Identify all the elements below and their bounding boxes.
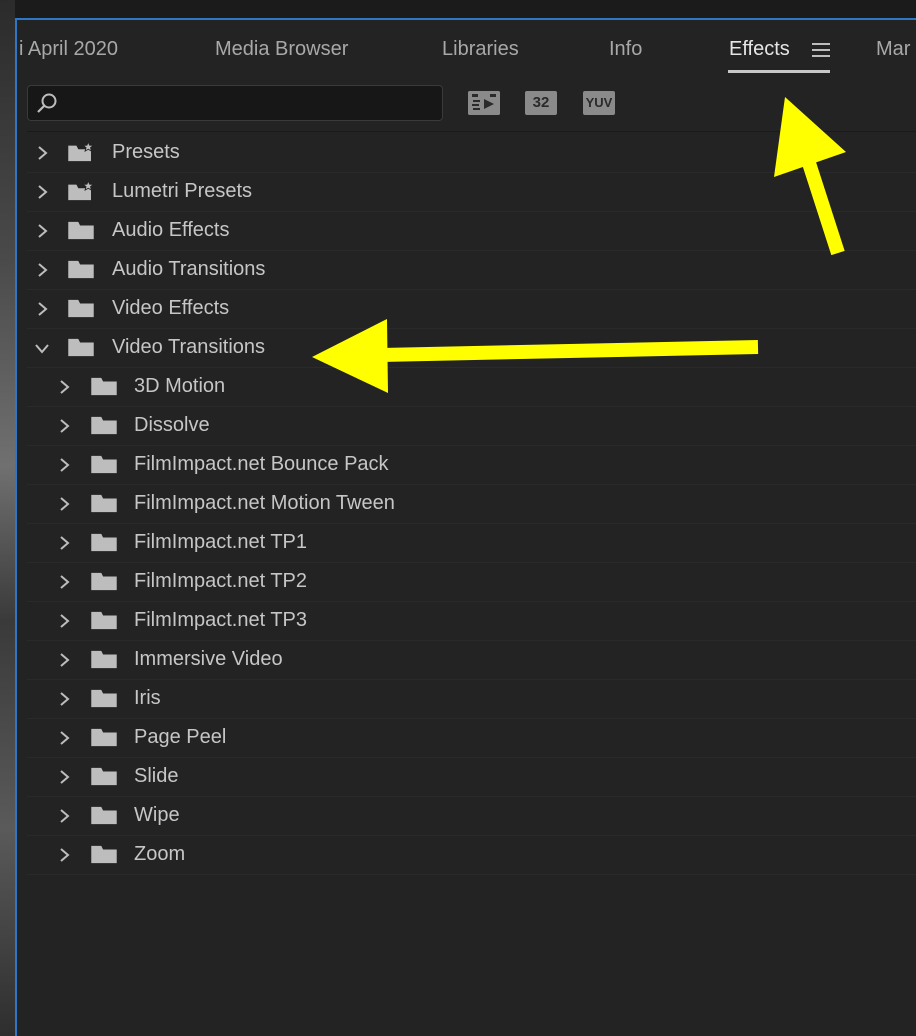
search-icon (37, 93, 57, 113)
tree-item-video-effects[interactable]: Video Effects (27, 290, 916, 329)
tree-item-label: FilmImpact.net Motion Tween (134, 492, 395, 514)
tree-child-filmimpact-tp3[interactable]: FilmImpact.net TP3 (27, 602, 916, 641)
tree-item-label: Lumetri Presets (112, 180, 253, 202)
chevron-right-icon[interactable] (59, 731, 71, 745)
folder-icon (91, 845, 117, 864)
chevron-right-icon[interactable] (37, 302, 49, 316)
folder-icon (91, 689, 117, 708)
tab-effects[interactable]: Effects (729, 38, 790, 61)
folder-icon (91, 572, 117, 591)
tree-item-label: Zoom (134, 843, 186, 865)
tree-child-3d-motion[interactable]: 3D Motion (27, 368, 916, 407)
tree-item-label: Immersive Video (134, 648, 283, 670)
panel-menu-icon[interactable] (812, 43, 830, 57)
chevron-right-icon[interactable] (59, 458, 71, 472)
tree-item-label: FilmImpact.net TP1 (134, 531, 308, 553)
tree-child-filmimpact-motion-tween[interactable]: FilmImpact.net Motion Tween (27, 485, 916, 524)
tree-child-page-peel[interactable]: Page Peel (27, 719, 916, 758)
folder-icon (68, 338, 94, 357)
tab-info[interactable]: Info (609, 38, 642, 61)
tree-child-filmimpact-bounce-pack[interactable]: FilmImpact.net Bounce Pack (27, 446, 916, 485)
yuv-filter-button[interactable]: YUV (583, 91, 615, 115)
chevron-right-icon[interactable] (37, 146, 49, 160)
chevron-right-icon[interactable] (59, 380, 71, 394)
divider (27, 131, 916, 132)
tree-child-wipe[interactable]: Wipe (27, 797, 916, 836)
tree-child-zoom[interactable]: Zoom (27, 836, 916, 875)
32-bit-filter-button[interactable]: 32 (525, 91, 557, 115)
background-strip (0, 0, 15, 1036)
chevron-right-icon[interactable] (59, 575, 71, 589)
chevron-right-icon[interactable] (59, 614, 71, 628)
chevron-right-icon[interactable] (59, 419, 71, 433)
preset-folder-icon (68, 181, 95, 201)
chevron-right-icon[interactable] (37, 224, 49, 238)
tree-item-label: 3D Motion (134, 375, 226, 397)
tree-child-immersive-video[interactable]: Immersive Video (27, 641, 916, 680)
chevron-right-icon[interactable] (37, 185, 49, 199)
chevron-right-icon[interactable] (59, 497, 71, 511)
folder-icon (91, 650, 117, 669)
tab-project[interactable]: i April 2020 (19, 38, 118, 61)
preset-folder-icon (68, 142, 95, 162)
folder-icon (68, 260, 94, 279)
tree-item-label: Iris (134, 687, 161, 709)
chevron-right-icon[interactable] (59, 770, 71, 784)
effects-panel: i April 2020 Media Browser Libraries Inf… (15, 20, 916, 1036)
search-field[interactable] (27, 85, 443, 121)
chevron-right-icon[interactable] (59, 536, 71, 550)
folder-icon (91, 455, 117, 474)
tree-child-slide[interactable]: Slide (27, 758, 916, 797)
chevron-right-icon[interactable] (37, 263, 49, 277)
tree-item-label: Page Peel (134, 726, 227, 748)
tree-child-dissolve[interactable]: Dissolve (27, 407, 916, 446)
chevron-right-icon[interactable] (59, 809, 71, 823)
tree-child-filmimpact-tp2[interactable]: FilmImpact.net TP2 (27, 563, 916, 602)
folder-icon (91, 494, 117, 513)
tree-item-label: FilmImpact.net TP2 (134, 570, 308, 592)
search-input[interactable] (66, 90, 435, 118)
active-tab-underline (728, 70, 830, 73)
chevron-down-icon[interactable] (35, 343, 49, 355)
tree-item-label: FilmImpact.net Bounce Pack (134, 453, 389, 475)
tree-item-video-transitions[interactable]: Video Transitions (27, 329, 916, 368)
panel-tabs: i April 2020 Media Browser Libraries Inf… (17, 20, 916, 82)
chevron-right-icon[interactable] (59, 653, 71, 667)
tree-child-iris[interactable]: Iris (27, 680, 916, 719)
folder-icon (91, 533, 117, 552)
tree-item-label: Wipe (134, 804, 180, 826)
folder-icon (91, 728, 117, 747)
tree-item-label: Audio Effects (112, 219, 230, 241)
tree-item-label: Video Transitions (112, 336, 266, 358)
tree-item-lumetri-presets[interactable]: Lumetri Presets (27, 173, 916, 212)
folder-icon (91, 806, 117, 825)
tab-libraries[interactable]: Libraries (442, 38, 519, 61)
chevron-right-icon[interactable] (59, 692, 71, 706)
tree-child-filmimpact-tp1[interactable]: FilmImpact.net TP1 (27, 524, 916, 563)
tree-item-label: Video Effects (112, 297, 230, 319)
tree-item-label: Presets (112, 141, 180, 163)
effects-tree: Presets Lumetri Presets Audio Effects Au… (27, 134, 916, 875)
tree-item-label: Audio Transitions (112, 258, 266, 280)
folder-icon (91, 611, 117, 630)
folder-icon (91, 416, 117, 435)
folder-icon (91, 767, 117, 786)
tree-item-presets[interactable]: Presets (27, 134, 916, 173)
tab-markers[interactable]: Mar (876, 38, 910, 61)
folder-icon (91, 377, 117, 396)
tab-media-browser[interactable]: Media Browser (215, 38, 348, 61)
accelerated-effects-icon[interactable] (468, 91, 500, 115)
folder-icon (68, 299, 94, 318)
tree-item-audio-transitions[interactable]: Audio Transitions (27, 251, 916, 290)
tree-item-label: Slide (134, 765, 179, 787)
tree-item-label: Dissolve (134, 414, 210, 436)
folder-icon (68, 221, 94, 240)
tree-item-audio-effects[interactable]: Audio Effects (27, 212, 916, 251)
top-bar (15, 0, 916, 20)
tree-item-label: FilmImpact.net TP3 (134, 609, 308, 631)
chevron-right-icon[interactable] (59, 848, 71, 862)
